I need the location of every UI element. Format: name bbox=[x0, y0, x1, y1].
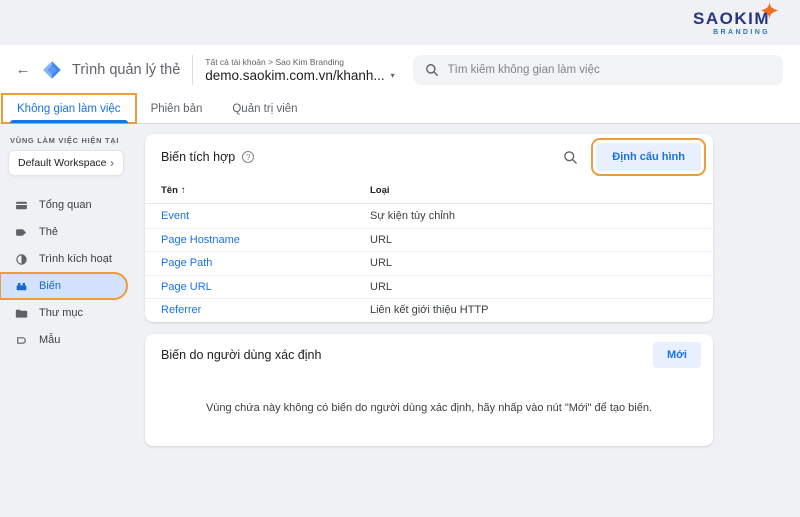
column-header-type[interactable]: Loại bbox=[370, 185, 390, 196]
column-header-name[interactable]: Tên ↑ bbox=[161, 185, 370, 196]
help-icon[interactable]: ? bbox=[242, 151, 255, 163]
sidebar-item-tags[interactable]: Thẻ bbox=[0, 219, 132, 245]
main-content: Biến tích hợp ? Định cấu hình Tên ↑ Loại… bbox=[132, 124, 800, 517]
folder-icon bbox=[15, 309, 28, 318]
workspace-search[interactable] bbox=[412, 54, 783, 85]
empty-state-text: Vùng chứa này không có biến do người dùn… bbox=[205, 401, 653, 414]
caret-down-icon: ▾ bbox=[390, 70, 395, 80]
tab-versions[interactable]: Phiên bản bbox=[136, 94, 218, 123]
sort-asc-icon: ↑ bbox=[180, 185, 186, 196]
tab-workspace[interactable]: Không gian làm việc bbox=[1, 93, 137, 124]
brand-tagline: BRANDING bbox=[713, 28, 770, 36]
sidebar-item-templates[interactable]: Mẫu bbox=[0, 327, 132, 353]
variables-icon bbox=[16, 282, 27, 290]
variable-link[interactable]: Page Hostname bbox=[161, 234, 370, 246]
sidebar-item-label: Mẫu bbox=[39, 334, 61, 346]
sidebar: VÙNG LÀM VIỆC HIỆN TẠI Default Workspace… bbox=[0, 124, 132, 517]
variable-link[interactable]: Event bbox=[161, 210, 370, 222]
app-header: ← Trình quản lý thẻ Tất cả tài khoản > S… bbox=[0, 45, 800, 94]
sidebar-item-triggers[interactable]: Trình kích hoạt bbox=[0, 246, 132, 272]
sidebar-item-variables[interactable]: Biến bbox=[0, 272, 128, 300]
sidebar-item-overview[interactable]: Tổng quan bbox=[0, 192, 132, 218]
top-strip: SAOKIM BRANDING bbox=[0, 0, 800, 45]
table-header: Tên ↑ Loại bbox=[145, 180, 713, 204]
builtin-variables-card: Biến tích hợp ? Định cấu hình Tên ↑ Loại… bbox=[145, 134, 713, 322]
variable-type: Sự kiện tùy chỉnh bbox=[370, 209, 456, 222]
table-search-button[interactable] bbox=[559, 146, 582, 169]
tab-admin[interactable]: Quản trị viên bbox=[217, 94, 312, 123]
breadcrumb: Tất cả tài khoản > Sao Kim Branding bbox=[205, 56, 344, 67]
variable-link[interactable]: Page Path bbox=[161, 257, 370, 269]
configure-button[interactable]: Định cấu hình bbox=[591, 138, 706, 176]
brand-name: SAOKIM bbox=[693, 8, 770, 28]
tab-bar: Không gian làm việc Phiên bản Quản trị v… bbox=[0, 93, 800, 124]
overview-icon bbox=[16, 201, 27, 209]
search-icon bbox=[564, 150, 578, 164]
workspace-name: Default Workspace bbox=[18, 157, 107, 169]
variable-link[interactable]: Page URL bbox=[161, 281, 370, 293]
user-variables-card: Biến do người dùng xác định Mới Vùng chứ… bbox=[145, 333, 713, 446]
gtm-app: SAOKIM BRANDING ← Trình quản lý thẻ Tất … bbox=[0, 0, 800, 517]
workspace-selector[interactable]: Default Workspace › bbox=[8, 150, 124, 176]
trigger-icon bbox=[16, 253, 27, 265]
table-row[interactable]: Page Path URL bbox=[145, 251, 713, 275]
tag-icon bbox=[16, 228, 27, 236]
saokim-logo: SAOKIM BRANDING bbox=[693, 1, 778, 36]
gtm-logo-icon bbox=[43, 60, 61, 79]
table-row[interactable]: Page URL URL bbox=[145, 274, 713, 299]
table-row[interactable]: Referrer Liên kết giới thiệu HTTP bbox=[145, 298, 713, 322]
sidebar-item-label: Biến bbox=[39, 280, 62, 292]
template-icon bbox=[17, 336, 26, 344]
table-row[interactable]: Page Hostname URL bbox=[145, 227, 713, 252]
user-card-title: Biến do người dùng xác định bbox=[161, 347, 322, 362]
container-name: demo.saokim.com.vn/khanh... bbox=[205, 67, 385, 83]
sidebar-item-label: Trình kích hoạt bbox=[39, 253, 112, 265]
star-icon bbox=[761, 1, 778, 19]
table-row[interactable]: Event Sự kiện tùy chỉnh bbox=[145, 204, 713, 228]
search-icon bbox=[425, 63, 438, 76]
chevron-right-icon: › bbox=[110, 156, 114, 170]
variable-type: Liên kết giới thiệu HTTP bbox=[370, 304, 489, 317]
sidebar-item-label: Tổng quan bbox=[39, 199, 92, 211]
new-variable-button[interactable]: Mới bbox=[652, 341, 701, 368]
variable-link[interactable]: Referrer bbox=[161, 304, 370, 316]
search-input[interactable] bbox=[447, 63, 771, 76]
header-divider bbox=[192, 54, 194, 85]
back-icon[interactable]: ← bbox=[10, 57, 36, 83]
sidebar-item-label: Thư mục bbox=[39, 307, 84, 319]
app-title: Trình quản lý thẻ bbox=[72, 61, 181, 78]
variable-type: URL bbox=[370, 280, 393, 293]
sidebar-item-folders[interactable]: Thư mục bbox=[0, 300, 132, 326]
builtin-card-title: Biến tích hợp bbox=[161, 150, 236, 164]
sidebar-item-label: Thẻ bbox=[39, 226, 58, 238]
account-selector[interactable]: Tất cả tài khoản > Sao Kim Branding demo… bbox=[205, 57, 394, 83]
variable-type: URL bbox=[370, 257, 393, 270]
variable-type: URL bbox=[370, 233, 393, 246]
workspace-section-label: VÙNG LÀM VIỆC HIỆN TẠI bbox=[10, 136, 120, 145]
